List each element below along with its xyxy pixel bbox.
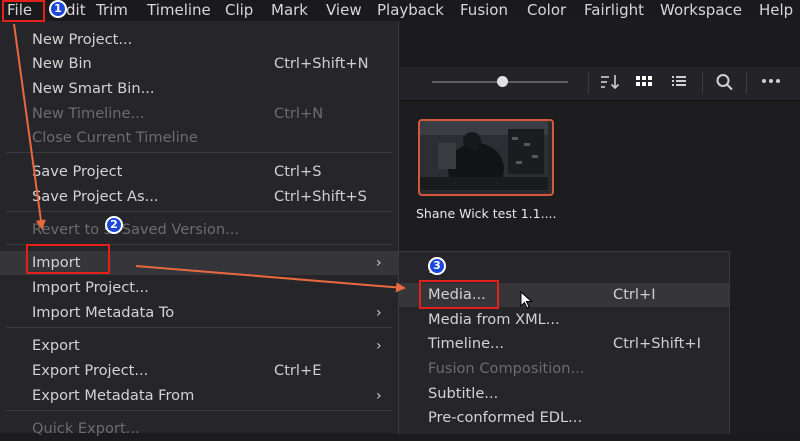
menu-mark[interactable]: Mark xyxy=(271,0,308,21)
shortcut: Ctrl+I xyxy=(613,286,656,303)
submenu-item-subtitle[interactable]: Subtitle... xyxy=(399,382,729,406)
chevron-right-icon: › xyxy=(376,388,382,404)
menu-item-quick-export: Quick Export... xyxy=(32,420,140,437)
menu-item-new-smart-bin[interactable]: New Smart Bin... xyxy=(0,77,398,101)
menu-view[interactable]: View xyxy=(326,0,362,21)
file-menu-dropdown: New Project... New Bin Ctrl+Shift+N New S… xyxy=(0,21,399,437)
mouse-cursor-icon xyxy=(520,291,533,309)
submenu-item-media-from-xml[interactable]: Media from XML... xyxy=(399,308,729,332)
slider-knob[interactable] xyxy=(497,76,508,87)
menu-divider xyxy=(6,152,392,153)
shortcut: Ctrl+Shift+N xyxy=(274,55,369,72)
more-options-icon[interactable] xyxy=(760,73,782,93)
callout-box-file xyxy=(2,0,45,22)
shortcut: Ctrl+Shift+I xyxy=(613,335,701,352)
menu-item-export-project[interactable]: Export Project... Ctrl+E xyxy=(0,359,398,383)
menu-color[interactable]: Color xyxy=(527,0,566,21)
grid-view-icon[interactable] xyxy=(633,73,655,93)
submenu-item-pre-conformed-edl[interactable]: Pre-conformed EDL... xyxy=(399,406,729,430)
menu-trim[interactable]: Trim xyxy=(96,0,128,21)
menu-timeline[interactable]: Timeline xyxy=(147,0,211,21)
chevron-right-icon: › xyxy=(376,305,382,321)
step-badge-2: 2 xyxy=(105,216,123,234)
menu-clip[interactable]: Clip xyxy=(225,0,253,21)
menu-item-close-current-timeline: Close Current Timeline xyxy=(32,129,198,146)
menu-divider xyxy=(6,211,392,212)
menu-edit[interactable]: dit xyxy=(66,0,86,21)
menu-bar: File dit Trim Timeline Clip Mark View Pl… xyxy=(0,0,800,21)
menu-item-save-project-as[interactable]: Save Project As... Ctrl+Shift+S xyxy=(0,185,398,209)
menu-item-new-project[interactable]: New Project... xyxy=(0,28,398,52)
chevron-right-icon: › xyxy=(376,255,382,271)
media-pool-toolbar xyxy=(400,67,800,101)
menu-item-export[interactable]: Export › xyxy=(0,334,398,358)
step-badge-3: 3 xyxy=(428,257,446,275)
menu-item-import-project[interactable]: Import Project... xyxy=(0,276,398,300)
menu-workspace[interactable]: Workspace xyxy=(660,0,742,21)
menu-fairlight[interactable]: Fairlight xyxy=(584,0,644,21)
shortcut: Ctrl+Shift+S xyxy=(274,188,367,205)
clip-name: Shane Wick test 1.1.... xyxy=(416,206,557,221)
sort-icon[interactable] xyxy=(599,73,621,93)
menu-item-revert-to-last-saved: Revert to st Saved Version... xyxy=(32,221,239,238)
menu-divider xyxy=(6,327,392,328)
submenu-item-first[interactable]: ... xyxy=(399,257,729,281)
chevron-right-icon: › xyxy=(376,338,382,354)
shortcut: Ctrl+S xyxy=(274,163,322,180)
shortcut: Ctrl+N xyxy=(274,105,324,122)
toolbar-divider xyxy=(588,72,589,94)
callout-box-import xyxy=(26,244,110,274)
menu-item-new-timeline: New Timeline... Ctrl+N xyxy=(0,102,398,126)
list-view-icon[interactable] xyxy=(668,73,690,93)
toolbar-divider xyxy=(702,72,703,94)
shortcut: Ctrl+E xyxy=(274,362,322,379)
menu-item-new-bin[interactable]: New Bin Ctrl+Shift+N xyxy=(0,52,398,76)
search-icon[interactable] xyxy=(714,73,736,93)
clip-highlight xyxy=(415,116,557,196)
menu-item-export-metadata-from[interactable]: Export Metadata From › xyxy=(0,384,398,408)
menu-item-save-project[interactable]: Save Project Ctrl+S xyxy=(0,160,398,184)
toolbar-divider xyxy=(746,72,747,94)
submenu-item-timeline[interactable]: Timeline... Ctrl+Shift+I xyxy=(399,332,729,356)
menu-playback[interactable]: Playback xyxy=(377,0,444,21)
callout-box-media xyxy=(419,280,499,309)
menu-help[interactable]: Help xyxy=(759,0,793,21)
submenu-item-fusion-composition: Fusion Composition... xyxy=(428,360,585,377)
import-submenu: ... Media...Ctrl+I Media from XML... Tim… xyxy=(398,251,730,434)
step-badge-1: 1 xyxy=(49,0,67,18)
menu-fusion[interactable]: Fusion xyxy=(460,0,508,21)
menu-item-import-metadata-to[interactable]: Import Metadata To › xyxy=(0,301,398,325)
menu-divider xyxy=(6,410,392,411)
